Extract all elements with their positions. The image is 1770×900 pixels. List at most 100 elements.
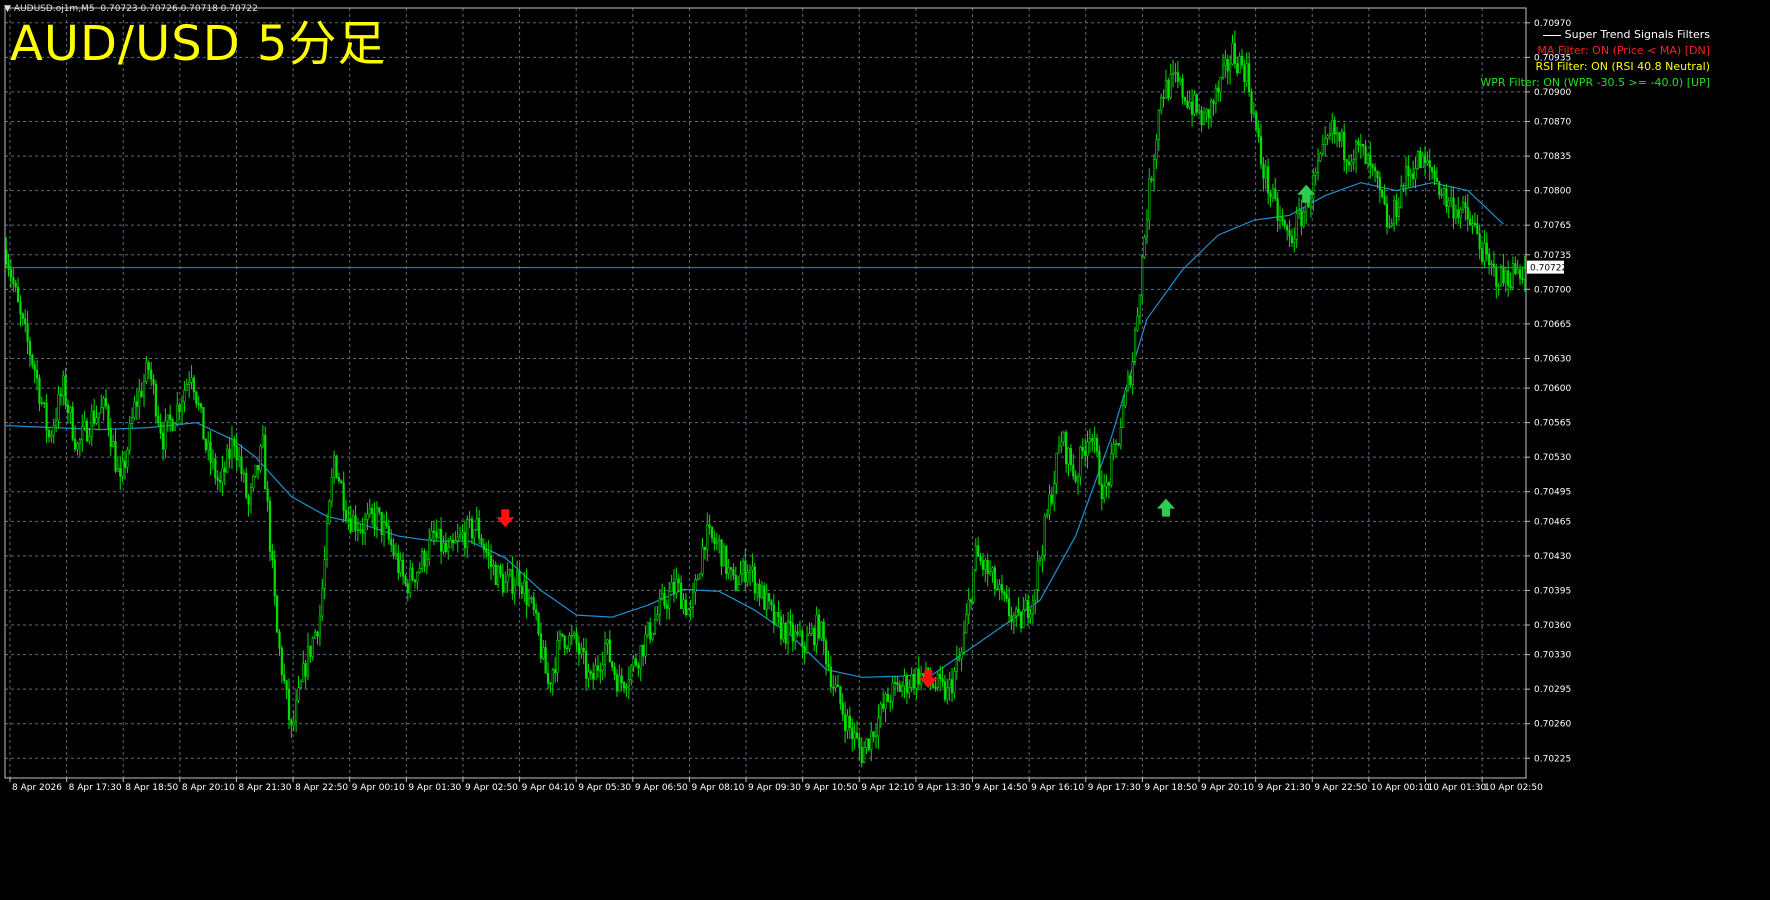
candle-body bbox=[285, 680, 288, 690]
candle-body bbox=[782, 622, 785, 640]
candle-body bbox=[1393, 200, 1396, 225]
candle-body bbox=[1067, 448, 1070, 465]
candle-body bbox=[1224, 59, 1227, 66]
candle-body bbox=[1072, 464, 1075, 477]
y-tick-label: 0.70225 bbox=[1534, 754, 1571, 764]
candle-body bbox=[1031, 600, 1034, 615]
candle-body bbox=[884, 693, 887, 709]
candle-body bbox=[1029, 613, 1032, 619]
candle-body bbox=[1098, 451, 1101, 485]
candle-body bbox=[335, 455, 338, 478]
candle-body bbox=[791, 623, 794, 642]
candle-body bbox=[273, 559, 276, 597]
candle-body bbox=[1267, 166, 1270, 194]
candle-body bbox=[1459, 209, 1462, 218]
candle-body bbox=[314, 631, 317, 639]
candle-body bbox=[1521, 278, 1524, 280]
candle-body bbox=[722, 545, 726, 567]
candle-body bbox=[718, 539, 721, 543]
candle-body bbox=[917, 668, 920, 685]
candle-body bbox=[651, 632, 654, 640]
candle-body bbox=[9, 269, 13, 278]
y-tick-label: 0.70665 bbox=[1534, 320, 1571, 330]
candle-body bbox=[392, 544, 395, 557]
candle-body bbox=[323, 559, 326, 589]
candle-body bbox=[437, 528, 440, 538]
candle-body bbox=[385, 522, 388, 527]
candle-body bbox=[777, 612, 780, 617]
candle-body bbox=[1435, 177, 1438, 182]
candle-body bbox=[245, 472, 248, 498]
candle-body bbox=[418, 568, 421, 573]
candle-body bbox=[85, 420, 89, 442]
candle-body bbox=[459, 534, 462, 538]
candle-body bbox=[97, 412, 100, 419]
candle-body bbox=[432, 530, 436, 534]
candle-body bbox=[551, 669, 554, 685]
x-tick-label: 10 Apr 00:10 bbox=[1371, 783, 1430, 793]
candle-body bbox=[803, 646, 806, 653]
candle-body bbox=[644, 634, 647, 657]
candle-body bbox=[492, 564, 495, 568]
candle-body bbox=[1283, 220, 1286, 227]
candle-body bbox=[482, 544, 485, 550]
chart-window[interactable]: 0.70722 0.70970 0.70935 0.70900 0.70870 0.70… bbox=[0, 0, 1770, 900]
candle-body bbox=[1445, 188, 1448, 207]
candle-body bbox=[1359, 143, 1362, 146]
candle-body bbox=[7, 263, 10, 270]
candle-body bbox=[901, 685, 904, 692]
candle-body bbox=[371, 508, 374, 515]
legend-title: Super Trend Signals Filters bbox=[1480, 27, 1710, 43]
dropdown-triangle-icon[interactable]: ▼ bbox=[4, 4, 11, 14]
candle-body bbox=[1188, 102, 1191, 108]
candle-body bbox=[646, 622, 649, 636]
candle-body bbox=[1286, 225, 1289, 231]
candle-body bbox=[706, 524, 709, 551]
candle-body bbox=[860, 747, 863, 764]
candle-body bbox=[1221, 65, 1225, 78]
y-tick-label: 0.70600 bbox=[1534, 384, 1571, 394]
candle-body bbox=[649, 622, 652, 640]
candle-body bbox=[1400, 185, 1403, 209]
candle-body bbox=[546, 672, 550, 684]
candle-body bbox=[905, 675, 909, 694]
candle-body bbox=[171, 419, 174, 431]
candle-body bbox=[813, 628, 816, 646]
indicator-legend: Super Trend Signals Filters MA Filter: O… bbox=[1480, 27, 1710, 91]
symbol-info-bar: ▼ AUDUSD.oj1m,M5 0.70723 0.70726 0.70718 … bbox=[4, 2, 261, 16]
candle-body bbox=[784, 622, 787, 644]
candle-body bbox=[102, 398, 105, 408]
candle-body bbox=[870, 731, 873, 750]
candle-body bbox=[1473, 223, 1477, 225]
candle-body bbox=[180, 401, 184, 412]
candle-body bbox=[1269, 192, 1272, 198]
candle-body bbox=[271, 551, 274, 561]
candle-body bbox=[1048, 494, 1051, 515]
candle-body bbox=[563, 635, 566, 649]
candle-body bbox=[1457, 209, 1460, 218]
candle-body bbox=[1005, 594, 1008, 599]
candle-body bbox=[444, 542, 447, 552]
candle-body bbox=[603, 643, 607, 666]
candle-body bbox=[133, 401, 136, 418]
candle-body bbox=[770, 600, 773, 606]
x-tick-label: 9 Apr 21:30 bbox=[1258, 783, 1311, 793]
candle-body bbox=[19, 301, 22, 315]
candle-body bbox=[480, 537, 483, 545]
candle-body bbox=[1150, 178, 1153, 181]
candle-body bbox=[948, 679, 951, 688]
candle-body bbox=[1095, 437, 1099, 452]
candle-body bbox=[737, 584, 740, 591]
candle-body bbox=[1057, 445, 1061, 454]
candle-body bbox=[675, 578, 678, 594]
x-tick-label: 9 Apr 00:10 bbox=[352, 783, 405, 793]
candle-body bbox=[554, 669, 557, 674]
candle-body bbox=[466, 519, 469, 548]
candle-body bbox=[1186, 100, 1189, 108]
candle-body bbox=[751, 566, 754, 571]
price-chart[interactable]: 0.70722 0.709700.709350.709000.708700.70… bbox=[0, 0, 1770, 900]
candle-body bbox=[741, 560, 745, 575]
candle-body bbox=[57, 394, 60, 421]
candle-body bbox=[152, 378, 155, 385]
candle-body bbox=[121, 460, 124, 477]
